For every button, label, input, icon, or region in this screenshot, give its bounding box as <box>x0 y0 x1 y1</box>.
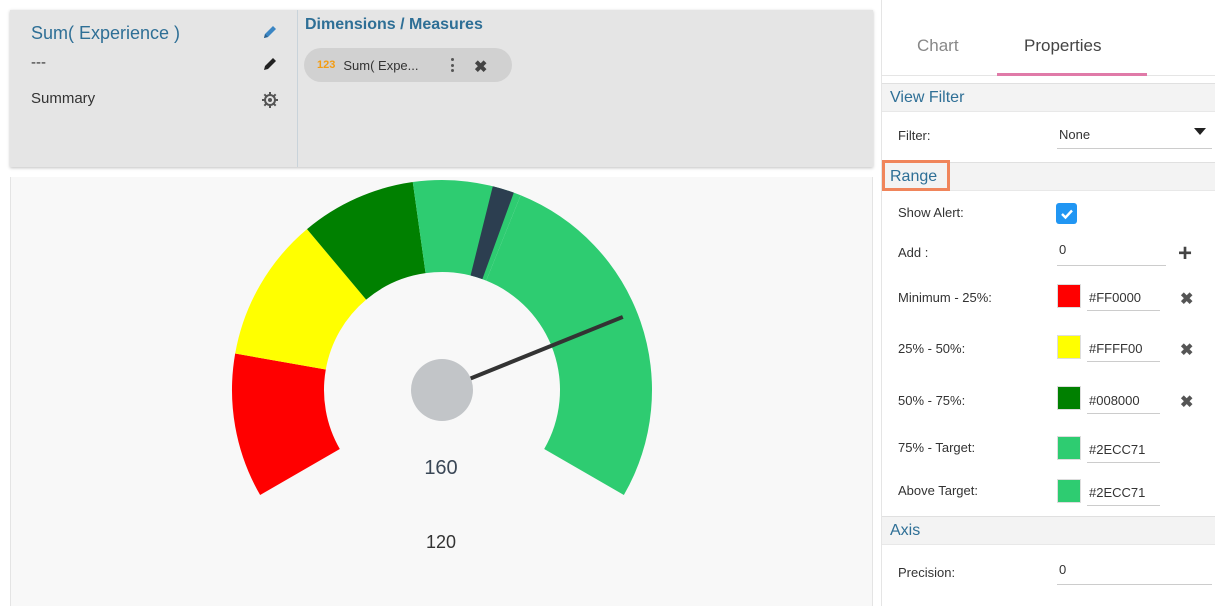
range-title: Range <box>890 168 938 185</box>
filter-value: None <box>1059 127 1091 142</box>
measure-column: Sum( Experience ) --- Summary <box>10 10 298 167</box>
range-color-hex[interactable]: #FFFF00 <box>1087 334 1160 362</box>
caret-down-icon <box>1194 128 1206 135</box>
gauge-band-above-target <box>486 195 652 496</box>
gauge-target-label: 120 <box>425 532 457 552</box>
summary-settings-button[interactable] <box>260 90 280 110</box>
range-row-label: Above Target: <box>898 483 978 498</box>
gauge-needle-hub <box>411 359 473 421</box>
measure-subtitle: --- <box>31 54 46 71</box>
summary-label: Summary <box>31 90 96 107</box>
pencil-icon <box>264 26 276 38</box>
add-label: Add : <box>898 245 929 260</box>
view-filter-title: View Filter <box>890 89 965 106</box>
measure-pill[interactable]: 123 Sum( Expe... ✖ <box>304 48 512 82</box>
panel-tabs: Chart Properties <box>882 0 1215 76</box>
tab-chart[interactable]: Chart <box>917 36 959 56</box>
range-row-label: 50% - 75%: <box>898 393 966 408</box>
pencil-icon <box>264 58 276 70</box>
precision-input[interactable]: 0 <box>1057 557 1212 585</box>
measure-title[interactable]: Sum( Experience ) <box>31 23 180 44</box>
show-alert-label: Show Alert: <box>898 205 964 220</box>
plus-icon[interactable]: + <box>1178 242 1192 266</box>
close-icon[interactable]: ✖ <box>474 57 487 77</box>
gauge-chart-area: 160 120 <box>10 177 873 606</box>
range-color-hex[interactable]: #2ECC71 <box>1087 478 1160 506</box>
edit-subtitle-button[interactable] <box>260 54 280 74</box>
dimensions-measures-title: Dimensions / Measures <box>305 16 483 33</box>
gear-icon <box>262 92 278 108</box>
view-filter-section: View Filter <box>882 83 1215 112</box>
range-row-label: Minimum - 25%: <box>898 290 992 305</box>
range-color-swatch[interactable] <box>1057 335 1081 359</box>
kebab-menu-icon[interactable] <box>447 56 457 74</box>
range-color-swatch[interactable] <box>1057 284 1081 308</box>
range-color-swatch[interactable] <box>1057 386 1081 410</box>
edit-measure-button[interactable] <box>260 22 280 42</box>
range-section: Range <box>882 160 1215 191</box>
show-alert-checkbox[interactable] <box>1056 203 1077 224</box>
close-icon[interactable]: ✖ <box>1180 340 1193 360</box>
add-range-input[interactable]: 0 <box>1057 236 1166 266</box>
filter-label: Filter: <box>898 128 931 143</box>
precision-label: Precision: <box>898 565 956 580</box>
range-color-swatch[interactable] <box>1057 436 1081 460</box>
filter-select[interactable]: None <box>1057 120 1212 149</box>
numeric-type-badge: 123 <box>317 59 336 71</box>
range-color-swatch[interactable] <box>1057 479 1081 503</box>
checkmark-icon <box>1060 209 1073 219</box>
gauge-band-minimum-25 <box>231 353 340 495</box>
range-row-label: 25% - 50%: <box>898 341 966 356</box>
range-color-hex[interactable]: #FF0000 <box>1087 283 1160 311</box>
axis-section: Axis <box>882 516 1215 545</box>
properties-panel: Chart Properties View Filter Filter: Non… <box>881 0 1215 606</box>
close-icon[interactable]: ✖ <box>1180 392 1193 412</box>
range-color-hex[interactable]: #008000 <box>1087 386 1160 414</box>
measure-pill-label: Sum( Expe... <box>343 57 419 73</box>
axis-title: Axis <box>890 522 921 539</box>
precision-value: 0 <box>1059 562 1067 577</box>
chart-config-panel: Sum( Experience ) --- Summary Dimensions… <box>10 10 873 167</box>
gauge-value-label: 160 <box>424 457 458 479</box>
range-color-hex[interactable]: #2ECC71 <box>1087 435 1160 463</box>
close-icon[interactable]: ✖ <box>1180 289 1193 309</box>
active-tab-indicator <box>997 73 1147 76</box>
add-range-value: 0 <box>1059 242 1067 257</box>
range-row-label: 75% - Target: <box>898 440 976 455</box>
tab-properties[interactable]: Properties <box>1024 36 1101 56</box>
